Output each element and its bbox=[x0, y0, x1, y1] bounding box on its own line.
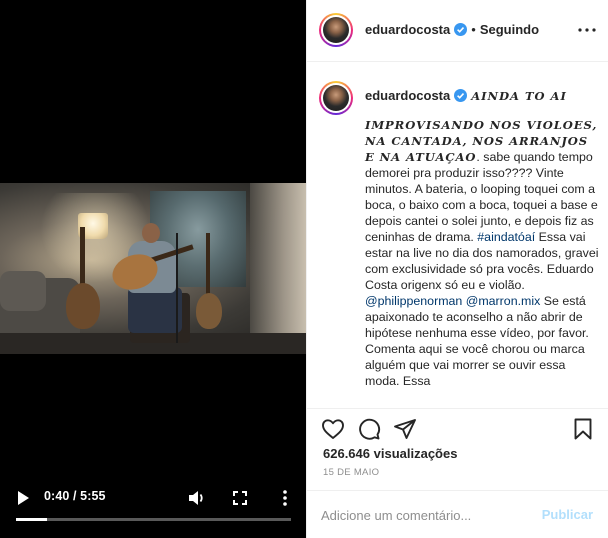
view-count[interactable]: 626.646 visualizações bbox=[323, 446, 457, 461]
mic-stand bbox=[176, 233, 178, 343]
post-sidebar: eduardocosta • Seguindo eduardocosta AINDA … bbox=[306, 0, 608, 538]
fullscreen-icon bbox=[233, 491, 247, 505]
play-icon bbox=[18, 491, 29, 505]
sofa-arm bbox=[0, 271, 46, 311]
guitar-neck-right bbox=[206, 233, 210, 297]
video-time: 0:40 / 5:55 bbox=[44, 489, 106, 503]
post-options-button[interactable] bbox=[577, 22, 597, 38]
window-light bbox=[250, 183, 306, 354]
action-bar bbox=[307, 408, 608, 448]
volume-icon bbox=[189, 491, 203, 505]
caption-title: AINDA TO AI bbox=[471, 89, 567, 103]
post-header: eduardocosta • Seguindo bbox=[307, 0, 608, 62]
post-date[interactable]: 15 DE MAIO bbox=[323, 467, 379, 478]
mention-link-2[interactable]: @marron.mix bbox=[466, 294, 541, 308]
avatar-image bbox=[323, 17, 349, 43]
caption-area[interactable]: eduardocosta AINDA TO AI IMPROVISANDO NOS… bbox=[307, 63, 608, 408]
share-icon bbox=[394, 419, 416, 439]
avatar-image bbox=[323, 85, 349, 111]
header-separator: • bbox=[471, 22, 476, 37]
comment-input[interactable] bbox=[321, 506, 541, 524]
bookmark-icon bbox=[574, 418, 592, 440]
like-button[interactable] bbox=[321, 417, 345, 441]
video-player[interactable]: 0:40 / 5:55 bbox=[0, 0, 306, 538]
video-frame[interactable] bbox=[0, 183, 306, 354]
horizontal-dots-icon bbox=[578, 28, 596, 32]
play-button[interactable] bbox=[13, 488, 33, 508]
guitar-neck-left bbox=[80, 227, 85, 287]
video-progress-bar[interactable] bbox=[16, 518, 291, 521]
performer-legs bbox=[128, 287, 182, 333]
comment-bar: Publicar bbox=[307, 490, 608, 538]
verified-badge-icon bbox=[454, 23, 468, 36]
share-button[interactable] bbox=[393, 417, 417, 441]
performer-head bbox=[142, 223, 160, 243]
caption-avatar[interactable] bbox=[319, 81, 353, 115]
heart-icon bbox=[322, 419, 344, 439]
video-controls: 0:40 / 5:55 bbox=[0, 482, 306, 538]
view-count-number: 626.646 bbox=[323, 446, 370, 461]
guitar-left bbox=[66, 283, 100, 329]
video-progress-fill bbox=[16, 518, 47, 521]
header-user-line: eduardocosta • Seguindo bbox=[365, 22, 539, 37]
publish-button[interactable]: Publicar bbox=[542, 507, 593, 522]
verified-badge-icon bbox=[454, 89, 468, 102]
caption-username[interactable]: eduardocosta bbox=[365, 88, 450, 103]
volume-button[interactable] bbox=[187, 488, 207, 508]
fullscreen-button[interactable] bbox=[230, 488, 250, 508]
comment-icon bbox=[359, 418, 381, 440]
following-button[interactable]: Seguindo bbox=[480, 22, 539, 37]
caption-text-3: Se está apaixonado te aconselho a não ab… bbox=[365, 294, 589, 388]
header-username[interactable]: eduardocosta bbox=[365, 22, 450, 37]
video-more-button[interactable] bbox=[275, 488, 295, 508]
view-count-label: visualizações bbox=[373, 446, 458, 461]
guitar-right bbox=[196, 293, 222, 329]
avatar[interactable] bbox=[319, 13, 353, 47]
vertical-dots-icon bbox=[283, 490, 287, 506]
hashtag-link[interactable]: #aindatóaí bbox=[477, 230, 535, 244]
comment-button[interactable] bbox=[357, 417, 381, 441]
mention-link-1[interactable]: @philippenorman bbox=[365, 294, 462, 308]
caption-text: IMPROVISANDO NOS VIOLOES, NA CANTADA, NO… bbox=[365, 117, 601, 389]
save-button[interactable] bbox=[571, 417, 595, 441]
caption-user-line: eduardocosta AINDA TO AI bbox=[365, 87, 601, 105]
